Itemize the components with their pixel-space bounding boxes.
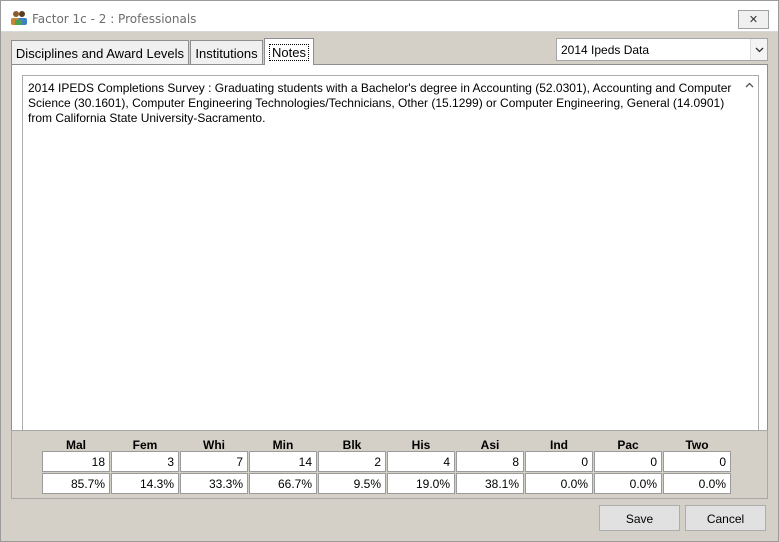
stat-header: Pac bbox=[617, 438, 639, 452]
stat-header: Two bbox=[685, 438, 709, 452]
stat-header: Blk bbox=[342, 438, 362, 452]
close-icon: ✕ bbox=[748, 14, 759, 26]
stat-percent: 66.7% bbox=[249, 473, 317, 494]
demographics-panel: Mal 18 85.7% Fem 3 14.3% Whi 7 33.3% Min… bbox=[11, 430, 768, 499]
stat-percent: 38.1% bbox=[456, 473, 524, 494]
stat-percent: 85.7% bbox=[42, 473, 110, 494]
tab-notes[interactable]: Notes bbox=[264, 38, 314, 65]
stat-header: Whi bbox=[203, 438, 225, 452]
stat-count: 7 bbox=[180, 451, 248, 472]
stat-percent: 0.0% bbox=[663, 473, 731, 494]
dropdown-button[interactable] bbox=[750, 39, 767, 60]
notes-textarea[interactable]: 2014 IPEDS Completions Survey : Graduati… bbox=[22, 75, 759, 444]
title-bar: Factor 1c - 2 : Professionals ✕ bbox=[1, 1, 778, 32]
notes-scrollbar[interactable] bbox=[741, 76, 758, 443]
stat-header: Min bbox=[272, 438, 294, 452]
chevron-up-icon bbox=[745, 82, 754, 87]
tab-label: Disciplines and Award Levels bbox=[15, 46, 185, 61]
chevron-down-icon bbox=[755, 47, 763, 52]
stat-count: 8 bbox=[456, 451, 524, 472]
stat-header: Ind bbox=[550, 438, 568, 452]
stat-percent: 9.5% bbox=[318, 473, 386, 494]
scroll-up-button[interactable] bbox=[741, 76, 758, 93]
stat-count: 0 bbox=[594, 451, 662, 472]
tab-institutions[interactable]: Institutions bbox=[190, 40, 263, 64]
stat-count: 0 bbox=[525, 451, 593, 472]
stat-header: His bbox=[411, 438, 431, 452]
notes-tab-panel: 2014 IPEDS Completions Survey : Graduati… bbox=[11, 64, 768, 454]
app-people-icon bbox=[10, 10, 28, 26]
stat-count: 3 bbox=[111, 451, 179, 472]
stat-count: 18 bbox=[42, 451, 110, 472]
dialog-window: Factor 1c - 2 : Professionals ✕ Discipli… bbox=[0, 0, 779, 542]
notes-text: 2014 IPEDS Completions Survey : Graduati… bbox=[28, 81, 732, 125]
stat-percent: 0.0% bbox=[525, 473, 593, 494]
stat-count: 4 bbox=[387, 451, 455, 472]
close-button[interactable]: ✕ bbox=[738, 10, 769, 29]
tab-label: Institutions bbox=[195, 46, 258, 61]
stat-percent: 14.3% bbox=[111, 473, 179, 494]
stat-percent: 33.3% bbox=[180, 473, 248, 494]
tab-label: Notes bbox=[269, 44, 309, 61]
stat-percent: 0.0% bbox=[594, 473, 662, 494]
cancel-button[interactable]: Cancel bbox=[685, 505, 766, 531]
data-source-value: 2014 Ipeds Data bbox=[561, 43, 650, 57]
stat-header: Fem bbox=[132, 438, 158, 452]
stat-count: 14 bbox=[249, 451, 317, 472]
stat-percent: 19.0% bbox=[387, 473, 455, 494]
save-button[interactable]: Save bbox=[599, 505, 680, 531]
tab-disciplines[interactable]: Disciplines and Award Levels bbox=[11, 40, 189, 64]
stat-count: 2 bbox=[318, 451, 386, 472]
window-title: Factor 1c - 2 : Professionals bbox=[32, 12, 197, 26]
dialog-client: Disciplines and Award Levels Institution… bbox=[1, 33, 778, 541]
stat-header: Asi bbox=[480, 438, 500, 452]
stat-count: 0 bbox=[663, 451, 731, 472]
stat-header: Mal bbox=[65, 438, 86, 452]
data-source-select[interactable]: 2014 Ipeds Data bbox=[556, 38, 768, 61]
